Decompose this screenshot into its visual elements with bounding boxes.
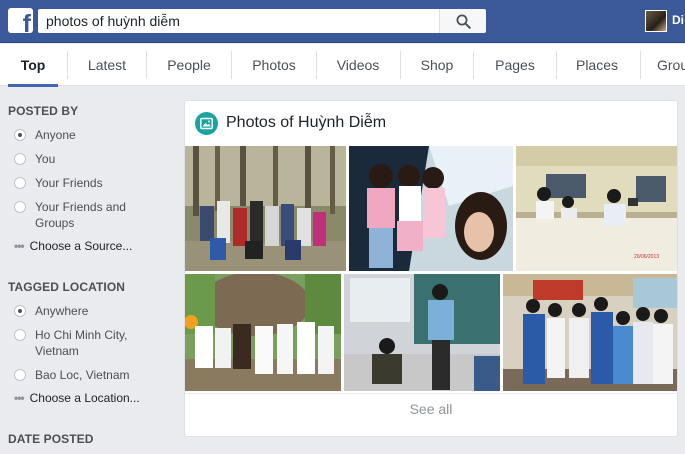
photo-girls-by-rock — [185, 274, 341, 391]
photo-thumbnail[interactable]: 20/06/2013 — [516, 146, 677, 271]
tagged-location-heading: TAGGED LOCATION — [8, 280, 126, 294]
photo-group-in-forest — [185, 146, 346, 271]
facebook-logo-icon[interactable]: f — [8, 8, 33, 33]
search-input[interactable] — [38, 9, 439, 33]
tab-divider — [640, 51, 641, 79]
photo-date-stamp: 20/06/2013 — [634, 254, 659, 260]
divider — [185, 393, 677, 394]
tab-photos[interactable]: Photos — [240, 44, 308, 86]
user-name[interactable]: Di — [672, 13, 684, 27]
radio[interactable] — [14, 177, 26, 189]
tab-places[interactable]: Places — [566, 44, 628, 86]
radio[interactable] — [14, 201, 26, 213]
search-icon — [456, 14, 471, 29]
radio[interactable] — [14, 369, 26, 381]
radio-selected[interactable] — [14, 129, 26, 141]
search-button[interactable] — [439, 9, 486, 33]
choose-location-label: Choose a Location... — [29, 391, 140, 405]
tab-divider — [473, 51, 474, 79]
option-label: Ho Chi Minh City, Vietnam — [35, 328, 128, 358]
choose-location-link[interactable]: ••• Choose a Location... — [14, 391, 140, 405]
tab-shop[interactable]: Shop — [409, 44, 465, 86]
date-posted-heading: DATE POSTED — [8, 432, 94, 446]
choose-source-label: Choose a Source... — [29, 239, 133, 253]
photo-thumbnail[interactable] — [185, 146, 346, 271]
tab-divider — [146, 51, 147, 79]
choose-source-link[interactable]: ••• Choose a Source... — [14, 239, 132, 253]
photo-students-hall — [503, 274, 677, 391]
photo-building-balcony: 20/06/2013 — [516, 146, 677, 271]
option-label: Anywhere — [35, 304, 89, 318]
tab-divider — [400, 51, 401, 79]
photo-thumbnail[interactable] — [344, 274, 500, 391]
more-dots-icon: ••• — [14, 391, 25, 405]
card-title[interactable]: Photos of Huỳnh Diễm — [226, 114, 386, 132]
photo-module-icon — [195, 112, 218, 135]
option-label: Anyone — [35, 128, 76, 142]
photos-result-card: Photos of Huỳnh Diễm 20/06/2013 See all — [184, 100, 678, 437]
tab-people[interactable]: People — [156, 44, 222, 86]
photo-thumbnail[interactable] — [349, 146, 513, 271]
tab-pages[interactable]: Pages — [483, 44, 547, 86]
photo-classroom-presentation — [344, 274, 500, 391]
avatar[interactable] — [645, 10, 667, 32]
tab-divider — [231, 51, 232, 79]
radio-selected[interactable] — [14, 305, 26, 317]
option-label: Bao Loc, Vietnam — [35, 368, 130, 382]
option-label: You — [35, 152, 56, 166]
tab-videos[interactable]: Videos — [324, 44, 392, 86]
radio[interactable] — [14, 153, 26, 165]
tab-groups[interactable]: Grou — [657, 44, 685, 86]
tab-divider — [316, 51, 317, 79]
radio[interactable] — [14, 329, 26, 341]
option-label: Your Friends — [35, 176, 103, 190]
photo-thumbnail[interactable] — [503, 274, 677, 391]
photo-thumbnail[interactable] — [185, 274, 341, 391]
tab-divider — [556, 51, 557, 79]
tab-top[interactable]: Top — [8, 44, 58, 87]
photo-girls-selfie — [349, 146, 513, 271]
option-label: Your Friends and Groups — [35, 200, 126, 230]
search-tabs: Top Latest People Photos Videos Shop Pag… — [0, 44, 685, 87]
see-all-link[interactable]: See all — [185, 401, 677, 417]
top-bar: f Di — [0, 0, 685, 43]
more-dots-icon: ••• — [14, 239, 25, 253]
tab-latest[interactable]: Latest — [78, 44, 136, 86]
tab-divider — [67, 51, 68, 79]
posted-by-heading: POSTED BY — [8, 104, 79, 118]
